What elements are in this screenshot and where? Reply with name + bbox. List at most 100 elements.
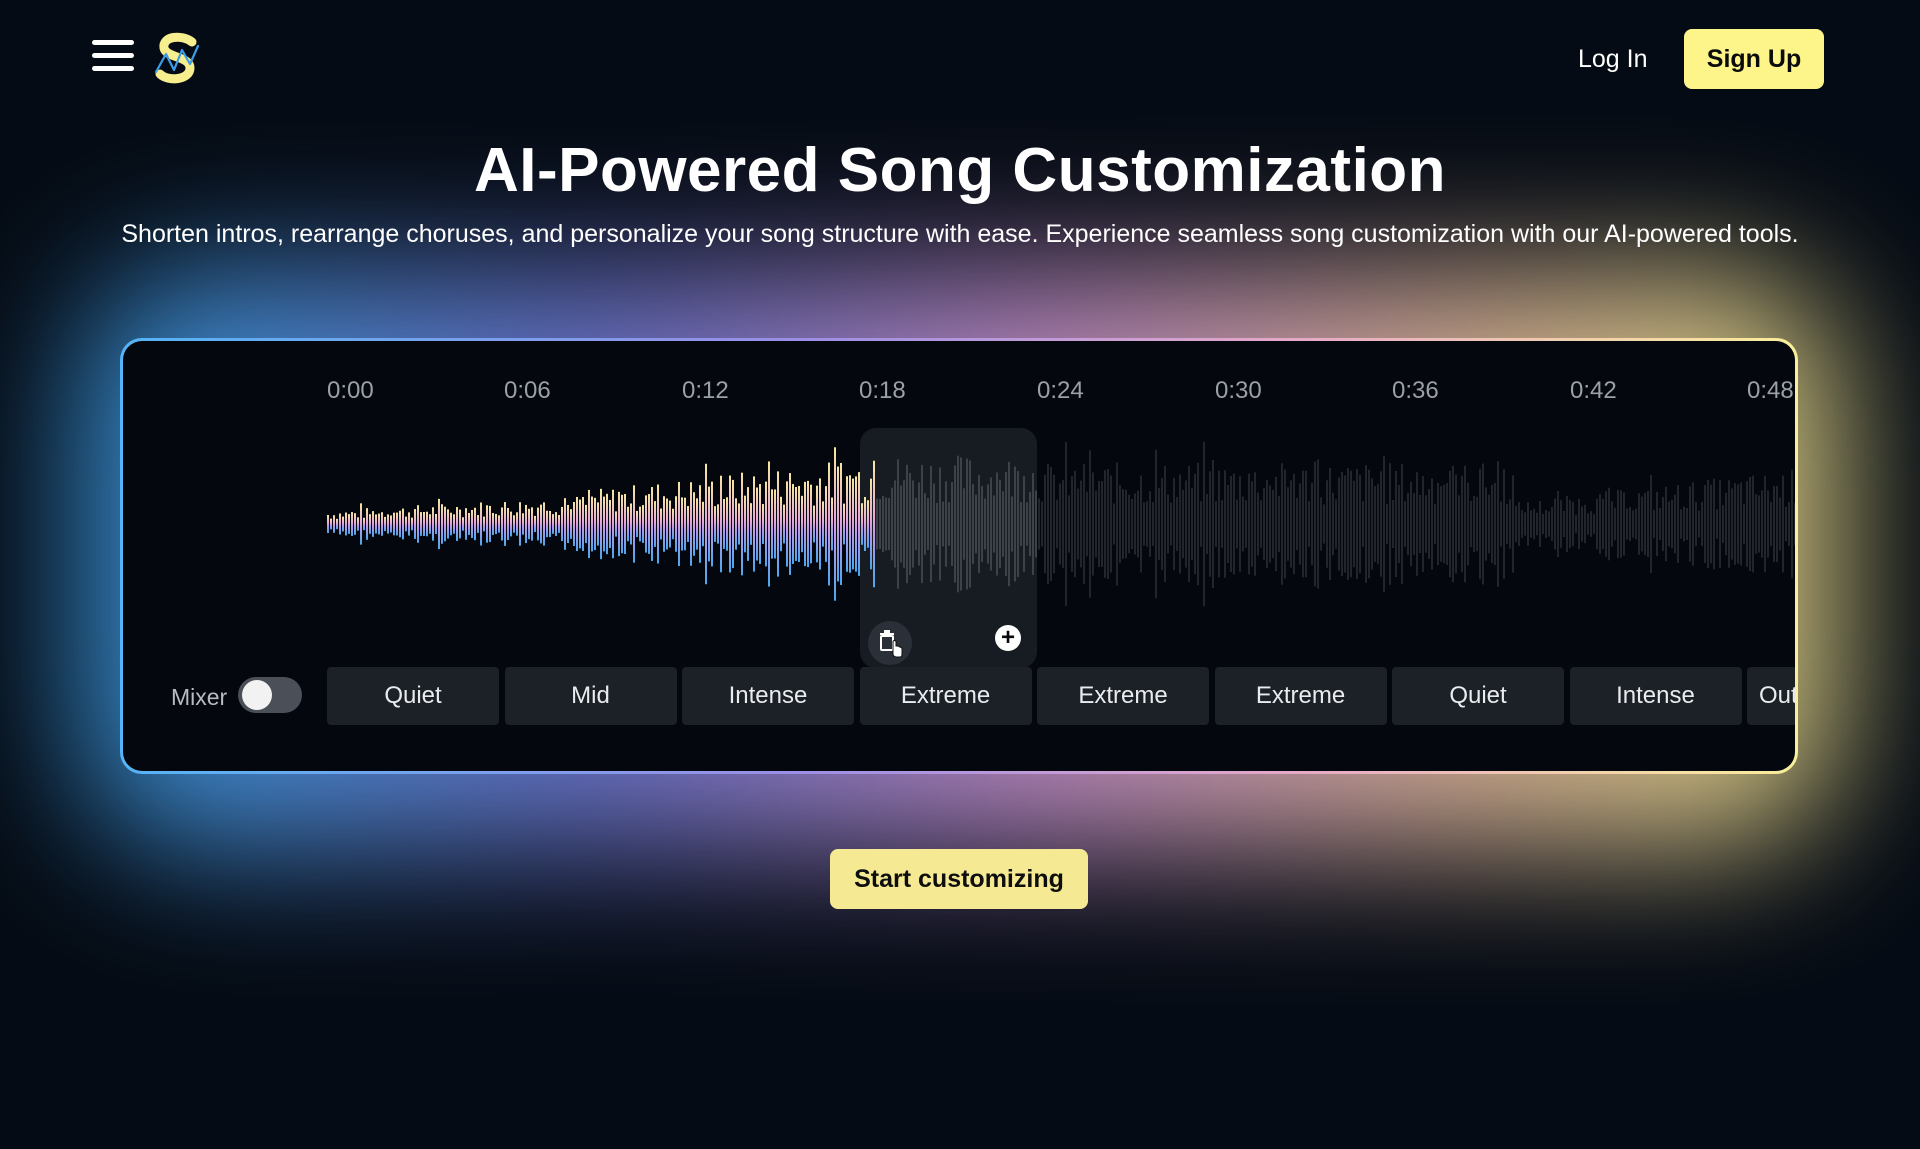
waveform-bar — [1515, 505, 1517, 543]
waveform-bar — [1710, 484, 1712, 564]
waveform-bar — [1368, 469, 1370, 579]
waveform-bar — [861, 503, 863, 545]
waveform-bar — [672, 508, 674, 540]
start-customizing-button[interactable]: Start customizing — [830, 849, 1088, 909]
hamburger-icon[interactable] — [92, 40, 134, 76]
waveform-bar — [429, 514, 431, 534]
segment-button[interactable]: Extreme — [1037, 667, 1209, 725]
waveform-bar — [1782, 475, 1784, 573]
mixer-toggle[interactable] — [238, 677, 302, 713]
waveform-bar — [717, 504, 719, 544]
waveform-bar — [1131, 498, 1133, 550]
waveform-bar — [597, 502, 599, 546]
waveform-bar — [1005, 471, 1007, 577]
waveform-bar — [498, 515, 500, 533]
waveform-bar — [1155, 449, 1157, 599]
waveform-bar — [624, 494, 626, 554]
waveform-bar — [1503, 469, 1505, 579]
login-link[interactable]: Log In — [1578, 38, 1648, 80]
waveform-bar — [1593, 514, 1595, 534]
plus-circle-icon[interactable]: + — [995, 625, 1021, 651]
waveform-bar — [1296, 498, 1298, 550]
waveform-bar — [1380, 471, 1382, 577]
waveform-bar — [357, 517, 359, 531]
timeline-label: 0:48 — [1747, 377, 1794, 404]
waveform-bar — [873, 460, 875, 588]
logo-s-icon[interactable] — [152, 32, 204, 86]
waveform-bar — [1224, 470, 1226, 578]
waveform-bar — [1413, 493, 1415, 555]
waveform-bar — [1227, 484, 1229, 564]
waveform-bar — [486, 505, 488, 543]
waveform-bar — [495, 513, 497, 535]
waveform-bar — [1614, 507, 1616, 541]
waveform-bar — [795, 487, 797, 561]
waveform[interactable] — [123, 421, 1798, 641]
waveform-bar — [975, 494, 977, 554]
waveform-bar — [711, 481, 713, 567]
waveform-bar — [1494, 482, 1496, 566]
waveform-bar — [1395, 471, 1397, 577]
waveform-bar — [939, 467, 941, 581]
waveform-bar — [1350, 470, 1352, 578]
waveform-bar — [1311, 482, 1313, 566]
waveform-bar — [1278, 495, 1280, 553]
waveform-bar — [1392, 500, 1394, 548]
waveform-bar — [414, 509, 416, 539]
waveform-bar — [1185, 480, 1187, 568]
waveform-bar — [810, 484, 812, 564]
waveform-bar — [981, 486, 983, 562]
waveform-bar — [468, 513, 470, 535]
waveform-bar — [1524, 512, 1526, 536]
waveform-bar — [366, 508, 368, 540]
waveform-bar — [1554, 498, 1556, 550]
waveform-bar — [609, 499, 611, 549]
waveform-bar — [447, 509, 449, 539]
waveform-bar — [1008, 461, 1010, 587]
waveform-bar — [384, 516, 386, 532]
waveform-bar — [1680, 509, 1682, 539]
waveform-bar — [1266, 479, 1268, 569]
waveform-bar — [972, 484, 974, 564]
waveform-bar — [900, 485, 902, 563]
delete-segment-button[interactable] — [868, 621, 912, 665]
waveform-bar — [1719, 480, 1721, 568]
segment-button[interactable]: Intense — [1569, 667, 1742, 725]
waveform-bar — [1134, 493, 1136, 555]
waveform-bar — [768, 461, 770, 587]
waveform-bar — [1581, 506, 1583, 542]
segment-button[interactable]: Intense — [682, 667, 854, 725]
waveform-bar — [846, 476, 848, 572]
waveform-bar — [543, 502, 545, 546]
waveform-bar — [1152, 501, 1154, 547]
segment-button[interactable]: Extreme — [1214, 667, 1387, 725]
waveform-bar — [525, 504, 527, 544]
waveform-bar — [1446, 482, 1448, 566]
waveform-bar — [1731, 488, 1733, 560]
waveform-bar — [1062, 480, 1064, 568]
segment-button[interactable]: Quiet — [327, 667, 499, 725]
waveform-bar — [615, 511, 617, 537]
segment-button[interactable]: Mid — [504, 667, 677, 725]
waveform-bar — [645, 495, 647, 553]
signup-button[interactable]: Sign Up — [1684, 29, 1824, 89]
waveform-bar — [738, 503, 740, 545]
waveform-bar — [1476, 496, 1478, 552]
segment-button[interactable]: Out — [1747, 667, 1795, 725]
waveform-bar — [1125, 489, 1127, 559]
waveform-bar — [735, 498, 737, 550]
waveform-bar — [456, 507, 458, 541]
waveform-bar — [1137, 490, 1139, 558]
waveform-bar — [1197, 462, 1199, 586]
waveform-bar — [1557, 491, 1559, 557]
waveform-bar — [348, 514, 350, 534]
waveform-bar — [630, 503, 632, 545]
waveform-bar — [1002, 491, 1004, 557]
waveform-bar — [1662, 497, 1664, 551]
segment-button[interactable]: Extreme — [859, 667, 1032, 725]
waveform-bar — [1338, 477, 1340, 571]
waveform-bar — [1263, 488, 1265, 560]
waveform-bar — [342, 516, 344, 532]
segment-button[interactable]: Quiet — [1392, 667, 1564, 725]
waveform-bar — [1506, 504, 1508, 544]
